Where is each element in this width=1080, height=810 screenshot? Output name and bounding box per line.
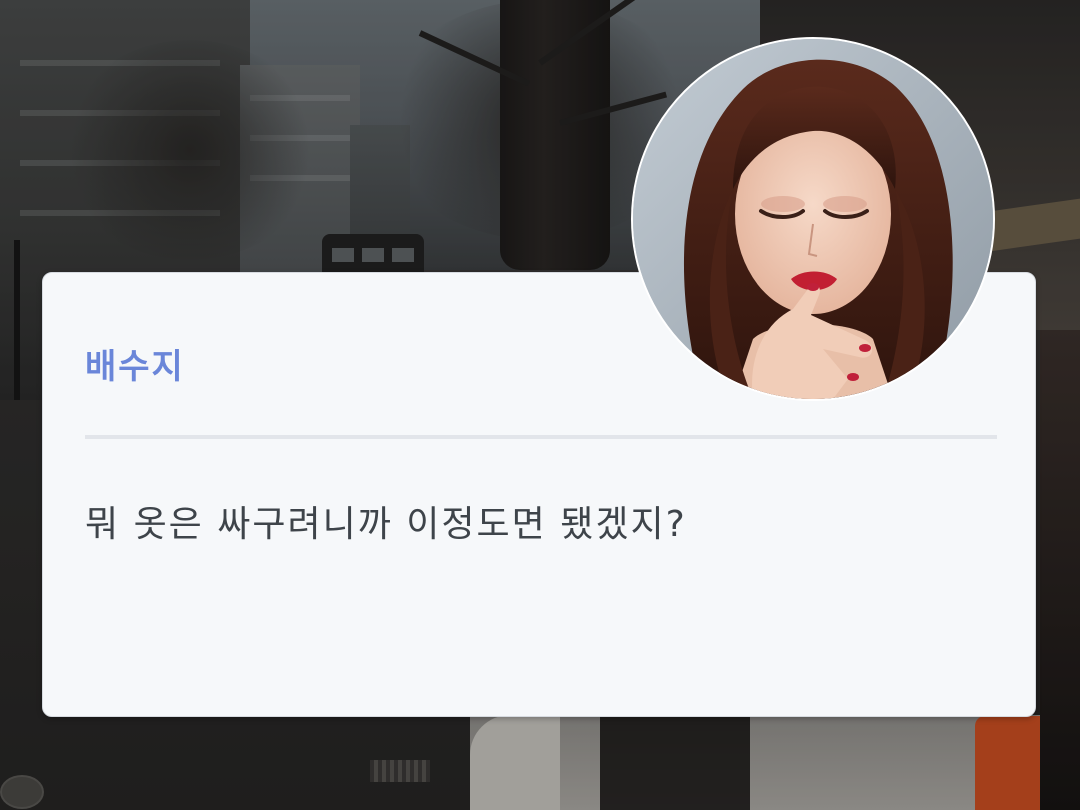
speaker-name: 배수지 [85, 347, 185, 387]
character-portrait-icon [631, 37, 995, 401]
divider [85, 435, 997, 439]
portrait-illustration [633, 39, 993, 399]
dialogue-text: 뭐 옷은 싸구려니까 이정도면 됐겠지? [85, 504, 687, 545]
